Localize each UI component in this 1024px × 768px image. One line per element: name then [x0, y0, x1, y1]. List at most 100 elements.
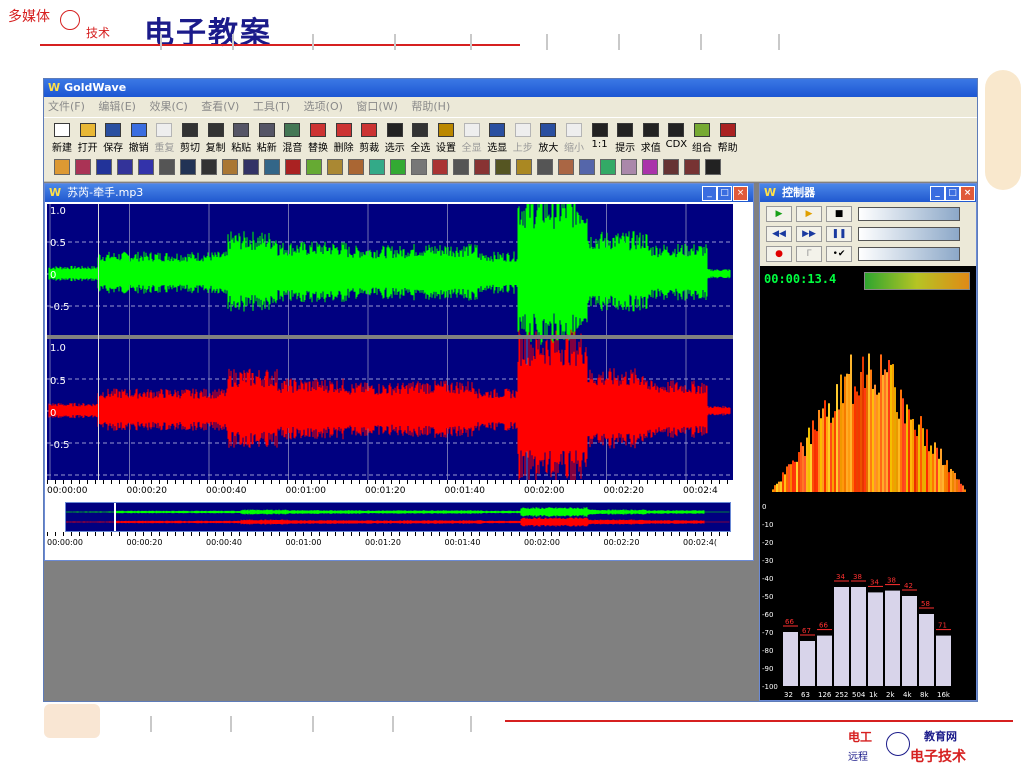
- toolbar-button-3[interactable]: 撤销: [127, 121, 151, 154]
- effect-button-26[interactable]: [600, 159, 616, 175]
- effect-button-27[interactable]: [621, 159, 637, 175]
- waveform-titlebar[interactable]: W 苏芮-牵手.mp3 _ □ ×: [45, 184, 753, 202]
- stop-button[interactable]: ■: [826, 206, 852, 222]
- effect-button-25[interactable]: [579, 159, 595, 175]
- effect-button-17[interactable]: [411, 159, 427, 175]
- toolbar-button-2[interactable]: 保存: [101, 121, 125, 154]
- waveform-display[interactable]: 1.0 0.5 0 -0.5 1.0 0.5 0 -0.5: [47, 204, 733, 480]
- effect-button-23[interactable]: [537, 159, 553, 175]
- toolbar-button-15[interactable]: 设置: [434, 121, 458, 154]
- toolbar-button-20[interactable]: 缩小: [562, 121, 586, 154]
- effect-button-30[interactable]: [684, 159, 700, 175]
- record-mode-button[interactable]: •✔: [826, 246, 852, 262]
- menu-help[interactable]: 帮助(H): [411, 100, 450, 113]
- effect-button-0[interactable]: [54, 159, 70, 175]
- toolbar-button-1[interactable]: 打开: [76, 121, 100, 154]
- fast-forward-button[interactable]: ▶▶: [796, 226, 822, 242]
- effect-button-11[interactable]: [285, 159, 301, 175]
- effect-button-29[interactable]: [663, 159, 679, 175]
- toolbar-button-11[interactable]: 删除: [332, 121, 356, 154]
- effect-button-13[interactable]: [327, 159, 343, 175]
- toolbar-button-5[interactable]: 剪切: [178, 121, 202, 154]
- menu-file[interactable]: 文件(F): [48, 100, 85, 113]
- effect-button-18[interactable]: [432, 159, 448, 175]
- overview-left-channel: [66, 507, 730, 517]
- effect-button-24[interactable]: [558, 159, 574, 175]
- app-titlebar[interactable]: W GoldWave: [44, 79, 977, 97]
- volume-slider[interactable]: [858, 207, 960, 221]
- balance-slider[interactable]: [858, 227, 960, 241]
- effect-button-3[interactable]: [117, 159, 133, 175]
- pause-button[interactable]: ❚❚: [826, 226, 852, 242]
- effect-button-10[interactable]: [264, 159, 280, 175]
- play-button[interactable]: ▶: [766, 206, 792, 222]
- toolbar-button-16[interactable]: 全显: [460, 121, 484, 154]
- ctrl-close-button[interactable]: ×: [960, 186, 975, 201]
- wave-minimize-button[interactable]: _: [702, 186, 717, 201]
- effect-button-2[interactable]: [96, 159, 112, 175]
- toolbar-button-25[interactable]: 组合: [690, 121, 714, 154]
- toolbar-button-10[interactable]: 替换: [306, 121, 330, 154]
- menu-tools[interactable]: 工具(T): [253, 100, 290, 113]
- wave-close-button[interactable]: ×: [733, 186, 748, 201]
- record-button[interactable]: ●: [766, 246, 792, 262]
- effect-button-19[interactable]: [453, 159, 469, 175]
- effect-button-1[interactable]: [75, 159, 91, 175]
- toolbar-button-18[interactable]: 上步: [511, 121, 535, 154]
- toolbar-button-21[interactable]: 1:1: [588, 121, 612, 154]
- spectrum-column: [944, 464, 946, 492]
- playback-cursor[interactable]: [98, 204, 99, 480]
- effect-button-28[interactable]: [642, 159, 658, 175]
- toolbar-button-7[interactable]: 粘贴: [229, 121, 253, 154]
- effect-button-15[interactable]: [369, 159, 385, 175]
- record-selection-button[interactable]: Γ: [796, 246, 822, 262]
- controller-titlebar[interactable]: W 控制器 _ □ ×: [760, 184, 976, 202]
- toolbar-button-8[interactable]: 粘新: [255, 121, 279, 154]
- ctrl-maximize-button[interactable]: □: [945, 186, 960, 201]
- effect-button-14[interactable]: [348, 159, 364, 175]
- menu-options[interactable]: 选项(O): [304, 100, 343, 113]
- effect-button-22[interactable]: [516, 159, 532, 175]
- wave-maximize-button[interactable]: □: [717, 186, 732, 201]
- timeline-label: 00:02:00: [524, 486, 565, 496]
- toolbar-button-9[interactable]: 混音: [280, 121, 304, 154]
- overview-cursor[interactable]: [114, 503, 116, 531]
- toolbar-button-26[interactable]: 帮助: [716, 121, 740, 154]
- toolbar-button-6[interactable]: 复制: [204, 121, 228, 154]
- menu-view[interactable]: 查看(V): [201, 100, 239, 113]
- menu-window[interactable]: 窗口(W): [356, 100, 397, 113]
- effect-button-7[interactable]: [201, 159, 217, 175]
- effect-button-16[interactable]: [390, 159, 406, 175]
- toolbar-button-24[interactable]: CDX: [664, 121, 688, 154]
- ctrl-minimize-button[interactable]: _: [930, 186, 945, 201]
- toolbar-button-13[interactable]: 选示: [383, 121, 407, 154]
- effect-button-8[interactable]: [222, 159, 238, 175]
- effect-button-9[interactable]: [243, 159, 259, 175]
- toolbar-icon: [463, 123, 480, 137]
- spectrum-column: [920, 416, 922, 492]
- toolbar-button-0[interactable]: 新建: [50, 121, 74, 154]
- effect-button-12[interactable]: [306, 159, 322, 175]
- play-selection-button[interactable]: ▶: [796, 206, 822, 222]
- menu-effects[interactable]: 效果(C): [149, 100, 187, 113]
- speed-slider[interactable]: [858, 247, 960, 261]
- toolbar-button-12[interactable]: 剪裁: [357, 121, 381, 154]
- effect-button-20[interactable]: [474, 159, 490, 175]
- menu-edit[interactable]: 编辑(E): [98, 100, 136, 113]
- toolbar-label: 选显: [487, 143, 508, 154]
- effect-button-21[interactable]: [495, 159, 511, 175]
- toolbar-button-4[interactable]: 重复: [152, 121, 176, 154]
- timeline-ruler[interactable]: 00:00:00 00:00:20 00:00:40 00:01:00 00:01:20…: [47, 480, 733, 498]
- toolbar-button-23[interactable]: 求值: [639, 121, 663, 154]
- effect-button-31[interactable]: [705, 159, 721, 175]
- toolbar-button-22[interactable]: 提示: [613, 121, 637, 154]
- rewind-button[interactable]: ◀◀: [766, 226, 792, 242]
- toolbar-button-14[interactable]: 全选: [408, 121, 432, 154]
- effect-button-4[interactable]: [138, 159, 154, 175]
- effect-button-6[interactable]: [180, 159, 196, 175]
- toolbar-button-19[interactable]: 放大: [536, 121, 560, 154]
- level-meter: [864, 272, 970, 290]
- overview-waveform[interactable]: [65, 502, 731, 532]
- toolbar-button-17[interactable]: 选显: [485, 121, 509, 154]
- effect-button-5[interactable]: [159, 159, 175, 175]
